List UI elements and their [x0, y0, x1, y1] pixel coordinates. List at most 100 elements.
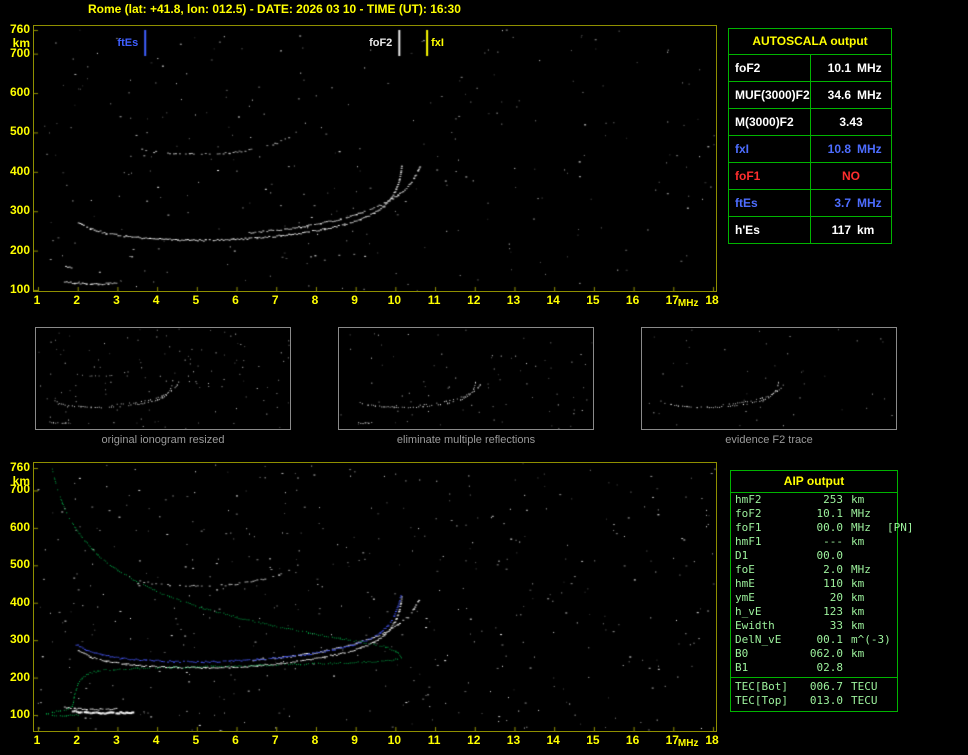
- autoscala-row-value: 3.7 MHz: [834, 196, 882, 210]
- aip-e: [887, 619, 893, 633]
- y-tick-label: 760: [9, 22, 30, 36]
- x-tick-label: 18: [705, 733, 719, 747]
- x-tick-label: 9: [351, 733, 358, 747]
- autoscala-row-label: foF2: [729, 55, 811, 81]
- aip-v: 10.1: [816, 507, 844, 520]
- autoscala-row-ftEs: ftEs 3.7 MHz: [729, 190, 891, 217]
- y-tick-label: 760: [9, 460, 30, 474]
- aip-u: km: [851, 535, 865, 548]
- aip-v: ---: [823, 535, 843, 548]
- x-tick-label: 6: [232, 293, 239, 307]
- aip-u: km: [851, 647, 865, 660]
- x-tick-label: 12: [467, 293, 481, 307]
- thumbnail-caption: original ionogram resized: [101, 434, 225, 446]
- autoscala-row-MUF(3000)F2: MUF(3000)F2 34.6 MHz: [729, 82, 891, 109]
- autoscala-row-value: 3.43: [839, 115, 863, 129]
- y-tick-label: 600: [9, 85, 30, 100]
- x-tick-label: 7: [271, 733, 279, 747]
- y-tick-label: 500: [9, 124, 30, 139]
- x-tick-label: 13: [506, 293, 521, 307]
- aip-row-TEC[Bot]: TEC[Bot] 006.7 TECU: [731, 680, 897, 694]
- aip-e: [887, 507, 893, 521]
- aip-l: Ewidth: [735, 619, 775, 632]
- autoscala-row-value: NO: [842, 169, 860, 183]
- y-tick-label: 100: [9, 707, 30, 721]
- aip-v: 33: [829, 619, 843, 632]
- aip-e: [887, 563, 893, 577]
- x-tick-label: 1: [33, 293, 41, 307]
- x-tick-label: 13: [506, 733, 521, 747]
- aip-row-TEC[Top]: TEC[Top] 013.0 TECU: [731, 694, 897, 708]
- x-tick-label: 14: [546, 293, 560, 307]
- aip-row-B0: B0 062.0 km: [731, 647, 897, 661]
- aip-row-hmE: hmE 110 km: [731, 577, 897, 591]
- autoscala-row-value: 117 km: [831, 223, 875, 237]
- y-tick-label: 400: [9, 163, 30, 178]
- aip-table-rows: hmF2 253 km foF2 10.1 MHz foF1 00.0 MHz [PN] hmF1 -…: [731, 493, 914, 675]
- aip-output-table: AIP output hmF2 253 km foF2 10.1 MHz foF1 00.0 M…: [730, 470, 914, 712]
- aip-l: hmF1: [735, 535, 762, 548]
- aip-row-foF2: foF2 10.1 MHz: [731, 507, 897, 521]
- x-tick-label: 5: [192, 293, 200, 307]
- x-tick-label: 17: [665, 733, 679, 747]
- x-tick-label: 9: [351, 293, 358, 307]
- x-tick-label: 11: [427, 733, 441, 747]
- y-tick-label: 600: [9, 519, 30, 534]
- x-tick-label: 4: [152, 733, 160, 747]
- x-tick-label: 7: [271, 293, 279, 307]
- x-tick-label: 12: [467, 733, 481, 747]
- autoscala-row-label: MUF(3000)F2: [729, 82, 811, 108]
- aip-l: D1: [735, 549, 749, 562]
- y-axis-unit-label: km: [12, 474, 30, 488]
- aip-row-Ewidth: Ewidth 33 km: [731, 619, 897, 633]
- aip-l: TEC[Bot]: [735, 680, 788, 693]
- x-axis-unit-label: MHz: [677, 298, 699, 309]
- aip-l: h_vE: [735, 605, 762, 618]
- thumbnail-canvas-evidence: [642, 328, 896, 429]
- aip-row-hmF2: hmF2 253 km: [731, 493, 897, 507]
- aip-e: [887, 577, 893, 591]
- y-tick-label: 100: [9, 282, 30, 296]
- x-tick-label: 11: [427, 293, 441, 307]
- x-tick-label: 8: [311, 733, 319, 747]
- top-ionogram-canvas: [34, 26, 716, 291]
- aip-u: MHz: [851, 507, 871, 520]
- aip-table-title: AIP output: [731, 471, 897, 493]
- thumbnail-eliminate-reflections: [338, 327, 594, 430]
- x-axis-unit-label: MHz: [677, 738, 699, 749]
- x-tick-label: 10: [387, 733, 402, 747]
- autoscala-row-value: 34.6 MHz: [827, 88, 882, 102]
- x-tick-label: 3: [113, 293, 120, 307]
- autoscala-row-h'Es: h'Es 117 km: [729, 217, 891, 243]
- x-tick-label: 18: [705, 293, 719, 307]
- aip-l: ymE: [735, 591, 755, 604]
- autoscala-table-rows: foF2 10.1 MHz MUF(3000)F2 34.6 MHz M(3000)F2 3.…: [729, 55, 891, 243]
- aip-v: 006.7: [809, 680, 843, 693]
- aip-e: [887, 535, 893, 549]
- aip-l: B0: [735, 647, 749, 660]
- aip-v: 123: [823, 605, 843, 618]
- y-tick-label: 300: [9, 632, 30, 647]
- autoscala-row-label: foF1: [729, 163, 811, 189]
- aip-v: 062.0: [809, 647, 843, 660]
- autoscala-row-label: M(3000)F2: [729, 109, 811, 135]
- thumbnail-caption: eliminate multiple reflections: [396, 434, 536, 446]
- thumbnail-canvas-eliminate: [339, 328, 593, 429]
- aip-row-h_vE: h_vE 123 km: [731, 605, 897, 619]
- aip-row-DelN_vE: DelN_vE 00.1 m^(-3): [731, 633, 897, 647]
- aip-v: 253: [823, 493, 843, 506]
- y-tick-label: 700: [9, 45, 30, 60]
- autoscala-row-value: 10.8 MHz: [827, 142, 882, 156]
- aip-v: 00.1: [816, 633, 844, 646]
- aip-l: foE: [735, 563, 755, 576]
- aip-l: hmE: [735, 577, 755, 590]
- aip-e: [887, 591, 893, 605]
- x-tick-label: 14: [546, 733, 560, 747]
- autoscala-table-title: AUTOSCALA output: [729, 29, 891, 55]
- x-tick-label: 15: [586, 733, 600, 747]
- x-tick-label: 16: [625, 293, 640, 307]
- aip-l: foF2: [735, 507, 762, 520]
- x-tick-label: 5: [192, 733, 200, 747]
- aip-u: m^(-3): [851, 633, 891, 646]
- autoscala-row-foF1: foF1 NO: [729, 163, 891, 190]
